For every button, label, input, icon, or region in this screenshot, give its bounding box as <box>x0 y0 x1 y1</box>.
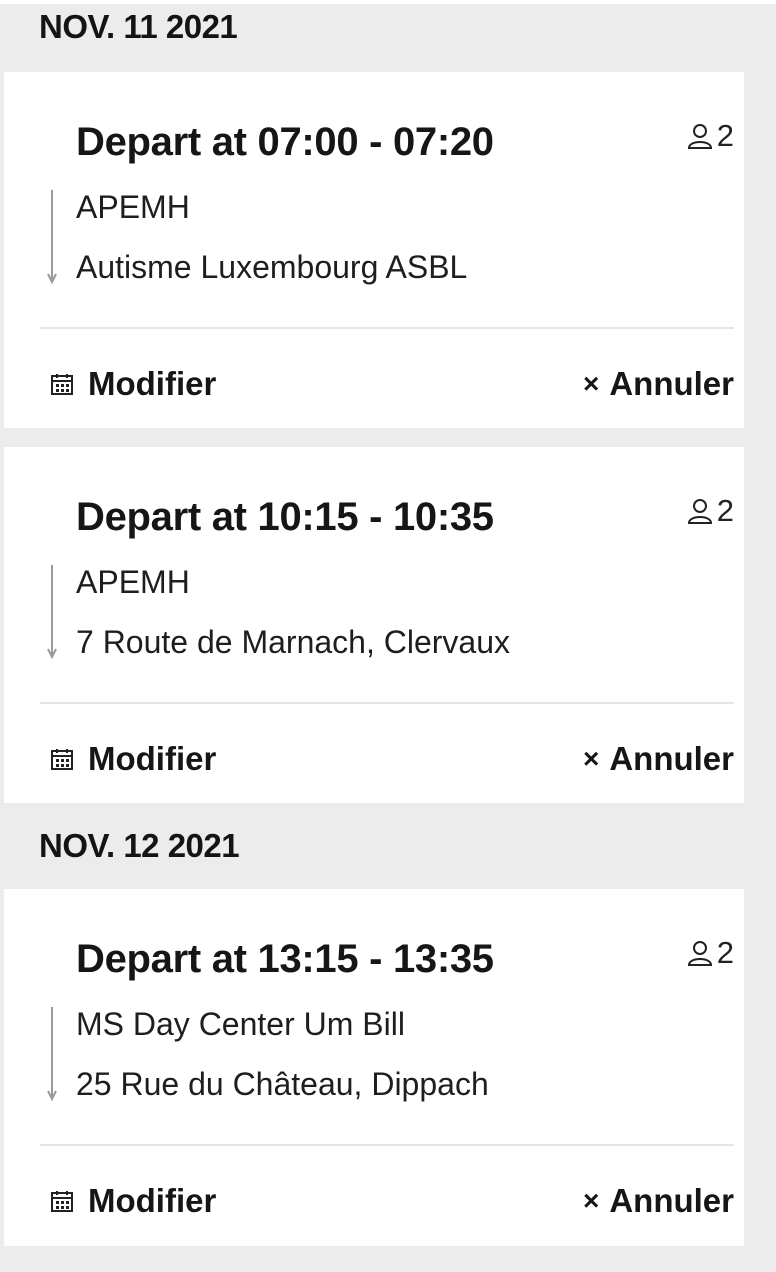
calendar-icon <box>51 1191 73 1212</box>
modify-label: Modifier <box>88 365 217 402</box>
trip-title: Depart at 07:00 - 07:20 <box>76 120 494 164</box>
divider <box>40 327 734 329</box>
cancel-label: Annuler <box>609 365 734 402</box>
trip-card: Depart at 10:15 - 10:35 2 APEMH 7 Route … <box>4 447 744 803</box>
modify-button[interactable]: Modifier <box>50 365 216 403</box>
route-arrow-icon <box>47 565 57 660</box>
cancel-button[interactable]: × Annuler <box>583 365 734 403</box>
top-strip <box>0 0 776 4</box>
passenger-count-value: 2 <box>716 935 734 970</box>
person-icon <box>687 499 712 524</box>
passenger-count: 2 <box>687 118 734 154</box>
date-header: NOV. 12 2021 <box>39 827 240 864</box>
calendar-icon <box>51 749 73 770</box>
calendar-icon <box>51 374 73 395</box>
route-arrow-icon <box>47 1007 57 1102</box>
origin-address: MS Day Center Um Bill <box>76 1006 405 1042</box>
origin-address: APEMH <box>76 189 190 225</box>
origin-address: APEMH <box>76 564 190 600</box>
cancel-label: Annuler <box>609 1182 734 1219</box>
close-icon: × <box>582 1185 600 1216</box>
trip-title: Depart at 10:15 - 10:35 <box>76 495 494 539</box>
modify-label: Modifier <box>88 1182 217 1219</box>
modify-label: Modifier <box>88 740 217 777</box>
person-icon <box>687 941 712 966</box>
cancel-button[interactable]: × Annuler <box>583 1182 734 1220</box>
trip-title: Depart at 13:15 - 13:35 <box>76 937 494 981</box>
person-icon <box>687 124 712 149</box>
divider <box>40 702 734 704</box>
divider <box>40 1144 734 1146</box>
passenger-count: 2 <box>687 935 734 971</box>
passenger-count: 2 <box>687 493 734 529</box>
route-arrow-icon <box>47 190 57 285</box>
date-header: NOV. 11 2021 <box>39 8 238 45</box>
cancel-label: Annuler <box>609 740 734 777</box>
passenger-count-value: 2 <box>716 118 734 153</box>
trip-card: Depart at 07:00 - 07:20 2 APEMH Autisme … <box>4 72 744 428</box>
modify-button[interactable]: Modifier <box>50 740 216 778</box>
destination-address: Autisme Luxembourg ASBL <box>76 249 468 285</box>
modify-button[interactable]: Modifier <box>50 1182 216 1220</box>
passenger-count-value: 2 <box>716 493 734 528</box>
cancel-button[interactable]: × Annuler <box>583 740 734 778</box>
close-icon: × <box>582 368 600 399</box>
destination-address: 7 Route de Marnach, Clervaux <box>76 624 510 660</box>
close-icon: × <box>582 743 600 774</box>
trip-card: Depart at 13:15 - 13:35 2 MS Day Center … <box>4 889 744 1246</box>
destination-address: 25 Rue du Château, Dippach <box>76 1066 489 1102</box>
